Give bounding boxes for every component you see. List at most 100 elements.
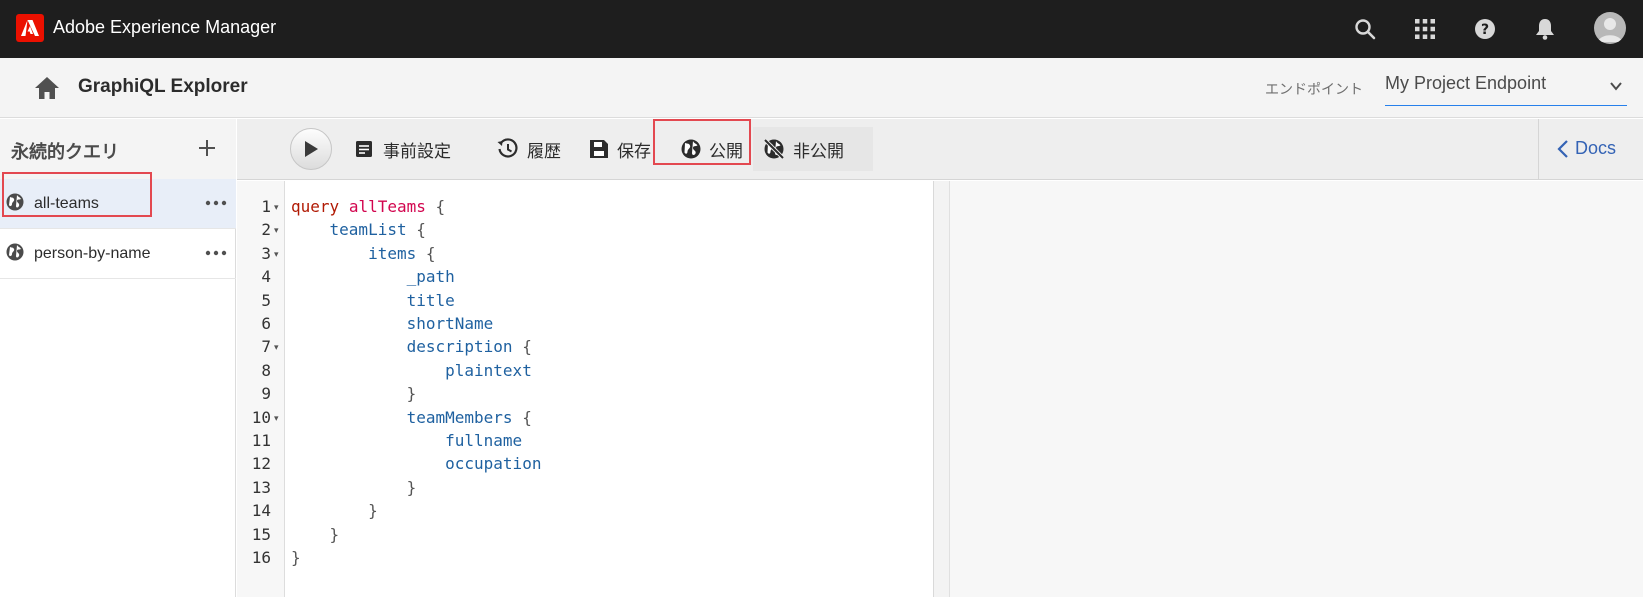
bell-icon[interactable] <box>1532 16 1558 42</box>
fold-toggle-icon[interactable]: ▾ <box>274 225 279 236</box>
code-token: } <box>291 501 378 521</box>
line-number: 14 <box>251 501 271 521</box>
more-options-icon[interactable] <box>205 249 227 257</box>
code-line: shortName <box>291 314 494 333</box>
play-icon <box>305 141 318 157</box>
save-button[interactable]: 保存 <box>579 127 661 171</box>
run-query-button[interactable] <box>290 128 332 170</box>
code-token: shortName <box>406 314 494 333</box>
highlight-box-publish <box>653 119 751 165</box>
add-query-button[interactable] <box>194 135 220 161</box>
app-title[interactable]: Adobe Experience Manager <box>53 17 276 38</box>
fold-toggle-icon[interactable]: ▾ <box>274 249 279 260</box>
code-token: occupation <box>445 454 542 474</box>
line-number: 3 <box>261 243 271 263</box>
history-icon <box>497 138 518 158</box>
search-icon[interactable] <box>1352 16 1378 42</box>
save-label: 保存 <box>617 141 651 161</box>
line-number: 13 <box>251 477 271 497</box>
user-avatar[interactable] <box>1594 12 1626 44</box>
code-token: query <box>291 197 340 216</box>
code-token: { <box>512 407 532 427</box>
code-token: description <box>406 337 513 357</box>
query-item-person-by-name[interactable]: person-by-name <box>0 229 236 279</box>
document-edit-icon <box>356 141 372 157</box>
code-token: } <box>291 524 340 544</box>
line-number: 15 <box>251 524 271 544</box>
code-line: description { <box>291 337 532 356</box>
code-token: } <box>291 477 417 497</box>
editor-splitter[interactable] <box>934 181 950 597</box>
code-line: } <box>291 548 301 567</box>
code-line: teamMembers { <box>291 408 532 427</box>
line-number: 2 <box>261 220 271 240</box>
fold-toggle-icon[interactable]: ▾ <box>274 202 279 213</box>
code-line: } <box>291 501 378 520</box>
code-token: teamMembers <box>406 407 513 427</box>
more-options-icon[interactable] <box>205 199 227 207</box>
home-icon[interactable] <box>34 76 60 100</box>
line-number: 5 <box>261 290 271 310</box>
globe-icon <box>6 243 24 261</box>
history-button[interactable]: 履歴 <box>487 127 571 171</box>
highlight-box-all-teams <box>2 172 152 217</box>
code-line: occupation <box>291 454 541 473</box>
query-label: person-by-name <box>34 245 151 262</box>
code-token: _path <box>406 267 455 287</box>
code-line: } <box>291 524 340 544</box>
line-number: 12 <box>251 454 271 474</box>
unpublish-label: 非公開 <box>793 141 844 161</box>
persisted-queries-panel: 永続的クエリ all-teams person-by-name <box>0 119 236 597</box>
unpublish-button[interactable]: 非公開 <box>753 127 873 171</box>
line-number: 7 <box>261 337 271 357</box>
code-line: _path <box>291 267 455 286</box>
endpoint-select[interactable]: My Project Endpoint <box>1385 66 1627 106</box>
line-number: 10 <box>251 407 271 427</box>
fold-toggle-icon[interactable]: ▾ <box>274 342 279 353</box>
code-token: items <box>368 243 417 263</box>
page-title: GraphiQL Explorer <box>78 76 248 97</box>
code-token: { <box>406 220 426 240</box>
line-number: 1 <box>261 197 271 216</box>
code-token: allTeams <box>348 197 426 216</box>
code-token: { <box>416 243 436 263</box>
svg-text:?: ? <box>1481 22 1489 38</box>
apps-grid-icon[interactable] <box>1412 16 1438 42</box>
code-line: items { <box>291 243 436 263</box>
adobe-logo-icon[interactable] <box>16 14 44 42</box>
code-line: query allTeams { <box>291 197 445 216</box>
fold-toggle-icon[interactable]: ▾ <box>274 413 279 424</box>
help-icon[interactable]: ? <box>1472 16 1498 42</box>
code-token: { <box>512 337 532 357</box>
code-token: plaintext <box>445 360 532 380</box>
query-editor[interactable]: 1 ▾ 2 ▾ 3 ▾ 4 5 6 7 ▾ 8 9 10 ▾ 11 12 13 14 15 16 query allTe… <box>237 181 934 597</box>
prettify-button[interactable]: 事前設定 <box>345 127 461 171</box>
code-token: title <box>406 290 455 310</box>
code-line: teamList { <box>291 220 426 239</box>
chevron-left-icon <box>1557 139 1568 158</box>
docs-button[interactable]: Docs <box>1557 138 1616 159</box>
code-line: } <box>291 477 417 497</box>
line-number: 8 <box>261 360 271 380</box>
line-number: 4 <box>261 267 271 287</box>
docs-panel-toggle: Docs <box>1538 119 1643 180</box>
history-label: 履歴 <box>527 141 561 161</box>
globe-off-icon <box>763 138 785 160</box>
line-number: 11 <box>251 431 271 450</box>
persisted-queries-header: 永続的クエリ <box>0 119 236 179</box>
endpoint-label: エンドポイント <box>1265 81 1363 97</box>
line-number-gutter: 1 ▾ 2 ▾ 3 ▾ 4 5 6 7 ▾ 8 9 10 ▾ 11 12 13 14 15 16 <box>237 181 285 597</box>
line-number: 9 <box>261 384 271 404</box>
code-line: } <box>291 384 417 403</box>
endpoint-value: My Project Endpoint <box>1385 73 1547 93</box>
